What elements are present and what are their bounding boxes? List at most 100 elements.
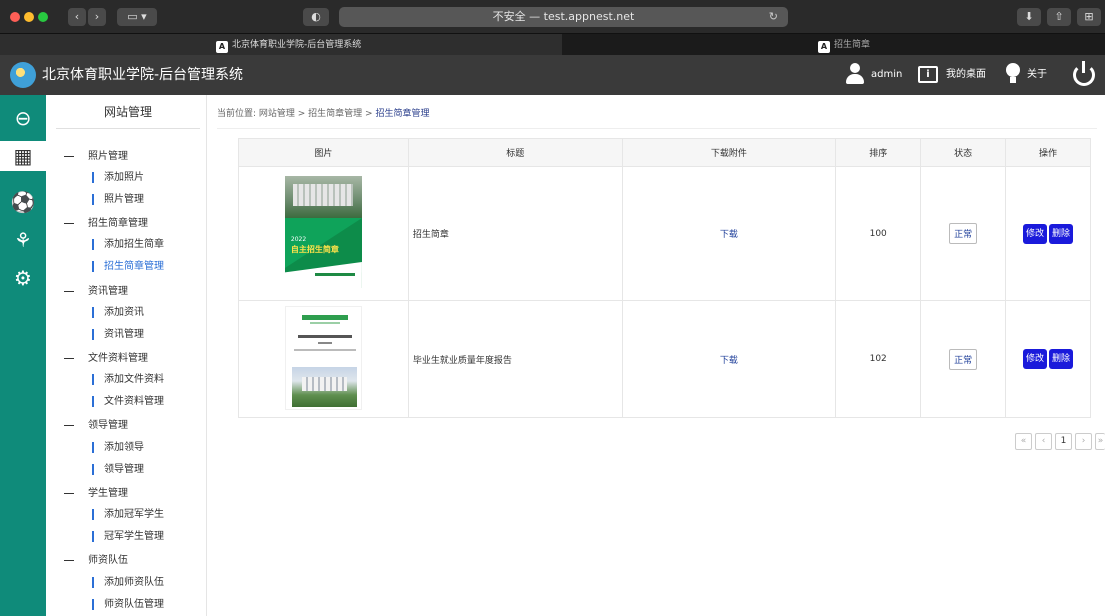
download-link[interactable]: 下载 bbox=[720, 356, 738, 366]
zoom-window-icon[interactable] bbox=[38, 12, 48, 22]
sidebar-item-faculty-manage[interactable]: 师资队伍管理 bbox=[92, 595, 164, 615]
browser-tab-brochure[interactable]: A 招生简章 bbox=[562, 34, 1105, 56]
breadcrumb-current: 招生简章管理 bbox=[375, 109, 430, 119]
sidebar-item-add-brochure[interactable]: 添加招生简章 bbox=[92, 235, 164, 255]
grid-icon[interactable]: ▦ bbox=[0, 141, 46, 171]
status-cell: 正常 bbox=[920, 300, 1007, 418]
status-badge[interactable]: 正常 bbox=[949, 348, 978, 370]
tab-overview-icon[interactable]: ⊞ bbox=[1077, 8, 1101, 26]
column-header: 图片 bbox=[238, 138, 409, 167]
title-cell: 招生简章 bbox=[407, 166, 623, 301]
sidebar-item-add-faculty[interactable]: 添加师资队伍 bbox=[92, 573, 164, 593]
breadcrumb-prefix: 当前位置: bbox=[217, 109, 257, 119]
back-nav-icon[interactable]: ‹ bbox=[68, 8, 86, 26]
browser-tab-label: 北京体育职业学院-后台管理系统 bbox=[232, 40, 362, 50]
column-header: 下载附件 bbox=[621, 138, 837, 167]
share-icon[interactable]: ⇧ bbox=[1047, 8, 1071, 26]
sidebar-group-files[interactable]: 文件资料管理 bbox=[64, 349, 148, 369]
table-header-row: 图片 标题 下载附件 排序 状态 操作 bbox=[238, 138, 1091, 167]
sidebar-group-news[interactable]: 资讯管理 bbox=[64, 282, 128, 302]
browser-chrome: ‹ › ▭ ▾ ◐ 不安全 — test.appnest.net ↻ ⬇ ⇧ ⊞ bbox=[0, 0, 1105, 33]
lightbulb-icon[interactable] bbox=[1006, 63, 1020, 85]
next-page-button[interactable]: › bbox=[1075, 433, 1092, 450]
download-icon[interactable]: ⬇ bbox=[1017, 8, 1041, 26]
back-arrow-icon[interactable]: ⊖ bbox=[0, 103, 46, 133]
gear-icon[interactable]: ⚙ bbox=[0, 263, 46, 293]
edit-button[interactable]: 修改 bbox=[1023, 223, 1048, 244]
table-row: 毕业生就业质量年度报告 下载 102 正常 修改 删除 bbox=[238, 300, 1091, 418]
edit-button[interactable]: 修改 bbox=[1023, 349, 1048, 369]
order-cell: 102 bbox=[835, 300, 922, 418]
order-cell: 100 bbox=[835, 166, 922, 301]
actions-cell: 修改 删除 bbox=[1005, 166, 1091, 301]
prev-page-button[interactable]: ‹ bbox=[1035, 433, 1052, 450]
address-bar[interactable]: 不安全 — test.appnest.net ↻ bbox=[339, 7, 788, 27]
about-link[interactable]: 关于 bbox=[1027, 55, 1047, 95]
thumbnail-cell bbox=[238, 300, 409, 418]
brochure-table: 图片 标题 下载附件 排序 状态 操作 2022 自主招生简章 招生简章 下载 … bbox=[238, 138, 1091, 418]
privacy-shield-icon[interactable]: ◐ bbox=[303, 8, 329, 26]
last-page-button[interactable]: » bbox=[1095, 433, 1105, 450]
column-header: 操作 bbox=[1005, 138, 1091, 167]
app-header: 北京体育职业学院-后台管理系统 admin i 我的桌面 关于 bbox=[0, 55, 1105, 95]
sidebar-group-students[interactable]: 学生管理 bbox=[64, 484, 128, 504]
page-1-button[interactable]: 1 bbox=[1055, 433, 1072, 450]
sidebar-item-add-file[interactable]: 添加文件资料 bbox=[92, 370, 164, 390]
sidebar-item-news-manage[interactable]: 资讯管理 bbox=[92, 325, 144, 345]
sidebar-group-faculty[interactable]: 师资队伍 bbox=[64, 551, 128, 571]
sidebar-group-brochure[interactable]: 招生简章管理 bbox=[64, 214, 148, 234]
sidebar-group-leaders[interactable]: 领导管理 bbox=[64, 416, 128, 436]
address-text: 不安全 — test.appnest.net bbox=[492, 10, 635, 23]
close-window-icon[interactable] bbox=[10, 12, 20, 22]
sidebar-item-brochure-manage[interactable]: 招生简章管理 bbox=[92, 257, 164, 277]
favicon-icon: A bbox=[216, 41, 228, 53]
sidebar-group-photos[interactable]: 照片管理 bbox=[64, 147, 128, 167]
sidebar-toggle-icon[interactable]: ▭ ▾ bbox=[117, 8, 157, 26]
first-page-button[interactable]: « bbox=[1015, 433, 1032, 450]
runner-icon[interactable]: ⚘ bbox=[0, 225, 46, 255]
sidebar-item-add-student[interactable]: 添加冠军学生 bbox=[92, 505, 164, 525]
app-title: 北京体育职业学院-后台管理系统 bbox=[42, 67, 244, 83]
sidebar-item-student-manage[interactable]: 冠军学生管理 bbox=[92, 527, 164, 547]
desktop-icon[interactable]: i bbox=[918, 66, 938, 83]
power-icon[interactable] bbox=[1073, 61, 1095, 86]
status-cell: 正常 bbox=[920, 166, 1007, 301]
status-badge[interactable]: 正常 bbox=[949, 223, 978, 244]
minimize-window-icon[interactable] bbox=[24, 12, 34, 22]
breadcrumb: 当前位置: 网站管理 > 招生简章管理 > 招生简章管理 bbox=[217, 106, 429, 119]
column-header: 排序 bbox=[835, 138, 922, 167]
sidebar-title: 网站管理 bbox=[56, 95, 200, 129]
download-link[interactable]: 下载 bbox=[720, 230, 738, 240]
divider bbox=[217, 128, 1097, 129]
ball-icon[interactable]: ⚽ bbox=[0, 187, 46, 217]
school-logo-icon bbox=[10, 62, 36, 88]
column-header: 标题 bbox=[407, 138, 623, 167]
favicon-icon: A bbox=[818, 41, 830, 53]
thumb-year: 2022 bbox=[290, 236, 307, 243]
sidebar-item-add-news[interactable]: 添加资讯 bbox=[92, 303, 144, 323]
sidebar-item-file-manage[interactable]: 文件资料管理 bbox=[92, 392, 164, 412]
delete-button[interactable]: 删除 bbox=[1049, 349, 1074, 369]
sidebar-item-add-leader[interactable]: 添加领导 bbox=[92, 438, 144, 458]
thumbnail-cell: 2022 自主招生简章 bbox=[238, 166, 409, 301]
breadcrumb-path[interactable]: 网站管理 > 招生简章管理 > bbox=[259, 109, 373, 119]
browser-tab-label: 招生简章 bbox=[834, 40, 871, 50]
tab-bar: A 北京体育职业学院-后台管理系统 A 招生简章 bbox=[0, 33, 1105, 56]
delete-button[interactable]: 删除 bbox=[1049, 223, 1074, 244]
sidebar: 网站管理 照片管理 添加照片 照片管理 招生简章管理 添加招生简章 招生简章管理… bbox=[46, 95, 207, 616]
sidebar-item-photo-manage[interactable]: 照片管理 bbox=[92, 190, 144, 210]
actions-cell: 修改 删除 bbox=[1005, 300, 1091, 418]
forward-nav-icon[interactable]: › bbox=[88, 8, 106, 26]
column-header: 状态 bbox=[920, 138, 1007, 167]
sidebar-item-add-photo[interactable]: 添加照片 bbox=[92, 168, 144, 188]
table-row: 2022 自主招生简章 招生简章 下载 100 正常 修改 删除 bbox=[238, 166, 1091, 301]
report-thumbnail[interactable] bbox=[284, 305, 362, 410]
icon-rail: ⊖ ▦ ⚽ ⚘ ⚙ bbox=[0, 95, 46, 616]
desktop-link[interactable]: 我的桌面 bbox=[946, 55, 986, 95]
user-icon[interactable] bbox=[846, 63, 864, 85]
sidebar-item-leader-manage[interactable]: 领导管理 bbox=[92, 460, 144, 480]
reload-icon[interactable]: ↻ bbox=[769, 7, 778, 27]
browser-tab-admin[interactable]: A 北京体育职业学院-后台管理系统 bbox=[0, 34, 562, 56]
user-name[interactable]: admin bbox=[871, 55, 902, 95]
brochure-thumbnail[interactable]: 2022 自主招生简章 bbox=[284, 176, 362, 288]
